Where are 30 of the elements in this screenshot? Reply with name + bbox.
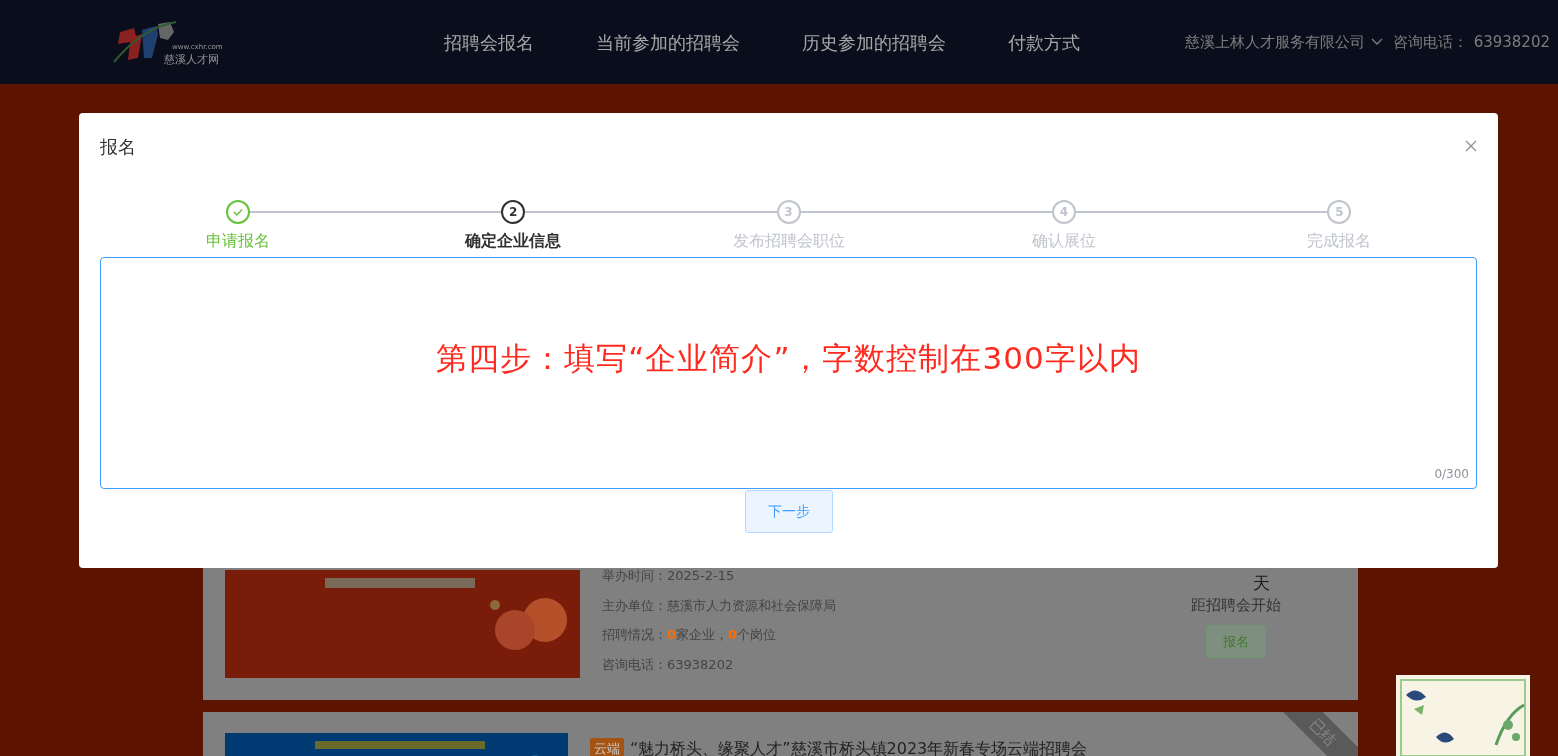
step-number: 2	[501, 200, 526, 224]
step-number: 5	[1327, 200, 1352, 224]
fair-detail: 举办时间：2025-2-15	[602, 567, 736, 585]
step-number: 4	[1051, 200, 1076, 224]
character-counter: 0/300	[1434, 466, 1469, 483]
chevron-down-icon[interactable]	[1370, 38, 1383, 46]
step-label: 发布招聘会职位	[732, 230, 845, 252]
nav-link[interactable]: 历史参加的招聘会	[802, 28, 946, 56]
annotation-text: 第四步：填写“企业简介”，字数控制在300字以内	[436, 338, 1141, 378]
hotline-number: 63938202	[1473, 31, 1550, 53]
countdown-unit: 天	[1252, 574, 1270, 592]
fair-detail: 招聘情况：0家企业，0个岗位	[602, 626, 778, 644]
step-label: 确定企业信息	[465, 230, 562, 252]
step-label: 完成报名	[1307, 230, 1372, 252]
nav-link[interactable]: 招聘会报名	[444, 28, 534, 56]
fair-title[interactable]: “魅力桥头、缘聚人才”慈溪市桥头镇2023年新春专场云端招聘会	[630, 737, 1088, 756]
step-number: 3	[776, 200, 801, 224]
nav-link[interactable]: 当前参加的招聘会	[596, 28, 740, 56]
dialog-title: 报名	[100, 135, 136, 159]
description-field[interactable]	[100, 257, 1477, 489]
close-icon[interactable]	[1464, 139, 1478, 153]
nav-link[interactable]: 付款方式	[1008, 28, 1080, 56]
tag: 云端	[590, 738, 624, 756]
hotline-label: 咨询电话：	[1392, 31, 1468, 53]
logo-name: 慈溪人才网	[164, 52, 219, 68]
fair-detail: 咨询电话：63938202	[602, 655, 735, 674]
company-name[interactable]: 慈溪上林人才服务有限公司	[1184, 30, 1365, 54]
countdown-caption: 距招聘会开始	[1191, 595, 1281, 616]
step-label: 申请报名	[205, 230, 270, 252]
step-label: 确认展位	[1031, 230, 1096, 252]
